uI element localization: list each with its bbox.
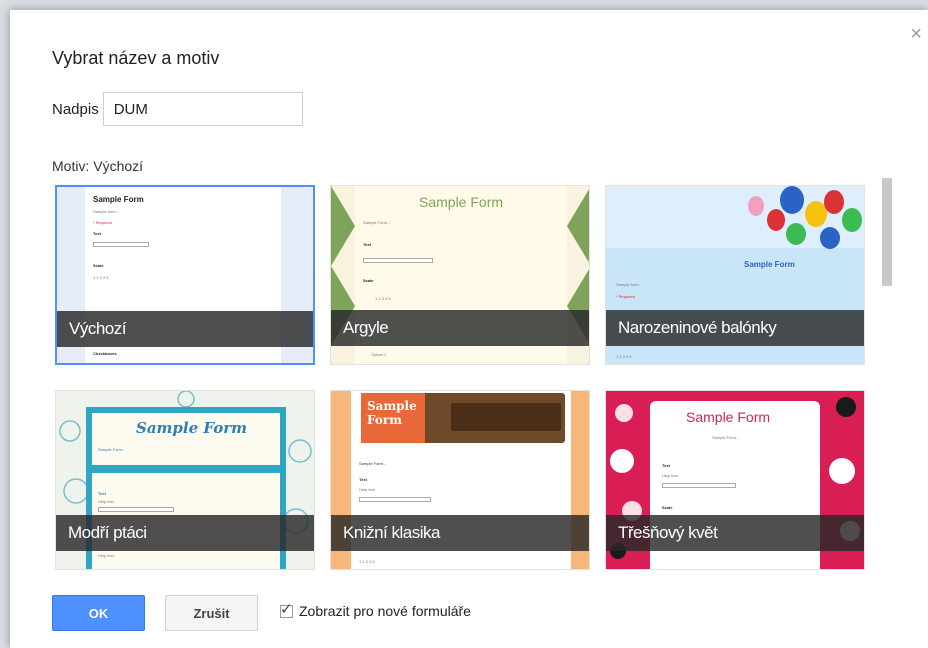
preview-field-label: Text — [363, 242, 371, 247]
preview-input — [363, 258, 433, 263]
theme-tile-default[interactable]: Sample Form Sample form... * Required Te… — [55, 185, 315, 365]
theme-caption: Třešňový květ — [606, 515, 864, 551]
theme-grid: Sample Form Sample form... * Required Te… — [55, 185, 865, 577]
preview-title: Sample Form — [744, 260, 795, 269]
preview-text: Sample form... — [93, 209, 120, 214]
theme-tile-book-classic[interactable]: Sample Form Sample Form... Text Help tex… — [330, 390, 590, 570]
preview-title: Sample Form — [93, 195, 144, 204]
theme-tile-argyle[interactable]: Sample Form Sample Form... Text Scale 1 … — [330, 185, 590, 365]
preview-checkboxes-label: Checkboxes — [93, 351, 117, 356]
preview-title: Sample Form — [367, 399, 417, 427]
preview-title-line-1: Sample — [367, 399, 417, 413]
preview-scale-numbers: 1 2 3 4 5 — [375, 296, 391, 301]
dialog-title: Vybrat název a motiv — [52, 48, 220, 68]
preview-input — [359, 497, 431, 502]
preview-help: Help text — [359, 487, 375, 492]
name-row: Nadpis — [52, 92, 303, 126]
preview-field-label: Text — [359, 477, 367, 482]
preview-help: Help text — [98, 553, 114, 558]
preview-input — [98, 507, 174, 512]
preview-field-label: Text — [662, 463, 670, 468]
theme-caption: Argyle — [331, 310, 589, 346]
theme-label: Motiv: Výchozí — [52, 158, 144, 174]
balloons-icon — [748, 186, 862, 249]
cancel-button[interactable]: Zrušit — [165, 595, 258, 631]
theme-tile-cherry-blossom[interactable]: Sample Form Sample Form... Text Help tex… — [605, 390, 865, 570]
theme-caption: Narozeninové balónky — [606, 310, 864, 346]
theme-caption: Knižní klasika — [331, 515, 589, 551]
check-icon: ✓ — [280, 600, 293, 618]
preview-help: Help text — [662, 473, 678, 478]
show-for-new-forms-label: Zobrazit pro nové formuláře — [299, 603, 471, 619]
preview-text: Sample Form... — [363, 220, 391, 225]
name-input[interactable] — [102, 92, 303, 126]
theme-tile-bluebirds[interactable]: Sample Form Sample Form... Text Help tex… — [55, 390, 315, 570]
show-for-new-forms-row[interactable]: ✓ Zobrazit pro nové formuláře — [280, 601, 471, 619]
theme-tile-balloons[interactable]: Sample Form Sample form... * Required 1 … — [605, 185, 865, 365]
ok-button[interactable]: OK — [52, 595, 145, 631]
theme-dialog: × Vybrat název a motiv Nadpis Motiv: Výc… — [10, 10, 928, 648]
preview-scale-label: Scale — [662, 505, 673, 510]
preview-scale-label: Scale — [363, 278, 374, 283]
preview-input — [662, 483, 736, 488]
preview-scale-numbers: 1 2 3 4 5 — [616, 354, 632, 359]
name-label: Nadpis — [52, 100, 99, 118]
theme-caption: Modří ptáci — [56, 515, 314, 551]
preview-option: Option 1 — [371, 352, 387, 357]
preview-text: Sample Form... — [712, 435, 740, 440]
preview-text: Sample Form... — [359, 461, 387, 466]
close-icon[interactable]: × — [910, 24, 922, 44]
preview-scale-label: Scale — [93, 263, 104, 268]
preview-title-line-2: Form — [367, 413, 402, 427]
theme-caption: Výchozí — [57, 311, 313, 347]
preview-field-label: Text — [98, 491, 106, 496]
preview-title: Sample Form — [419, 194, 504, 210]
preview-title: Sample Form — [686, 409, 771, 425]
preview-required: * Required — [93, 220, 112, 225]
preview-title: Sample Form — [136, 419, 247, 437]
preview-text: Sample Form... — [98, 447, 126, 452]
preview-input — [93, 242, 149, 247]
preview-field-label: Text — [93, 231, 101, 236]
preview-scale-numbers: 1 2 3 4 5 — [93, 275, 109, 280]
theme-scrollbar[interactable] — [882, 178, 892, 286]
preview-required: * Required — [616, 294, 635, 299]
preview-help: Help text — [98, 499, 114, 504]
preview-scale-numbers: 1 2 3 4 5 — [359, 559, 375, 564]
preview-text: Sample form... — [616, 282, 643, 287]
show-for-new-forms-checkbox[interactable]: ✓ — [280, 601, 293, 618]
